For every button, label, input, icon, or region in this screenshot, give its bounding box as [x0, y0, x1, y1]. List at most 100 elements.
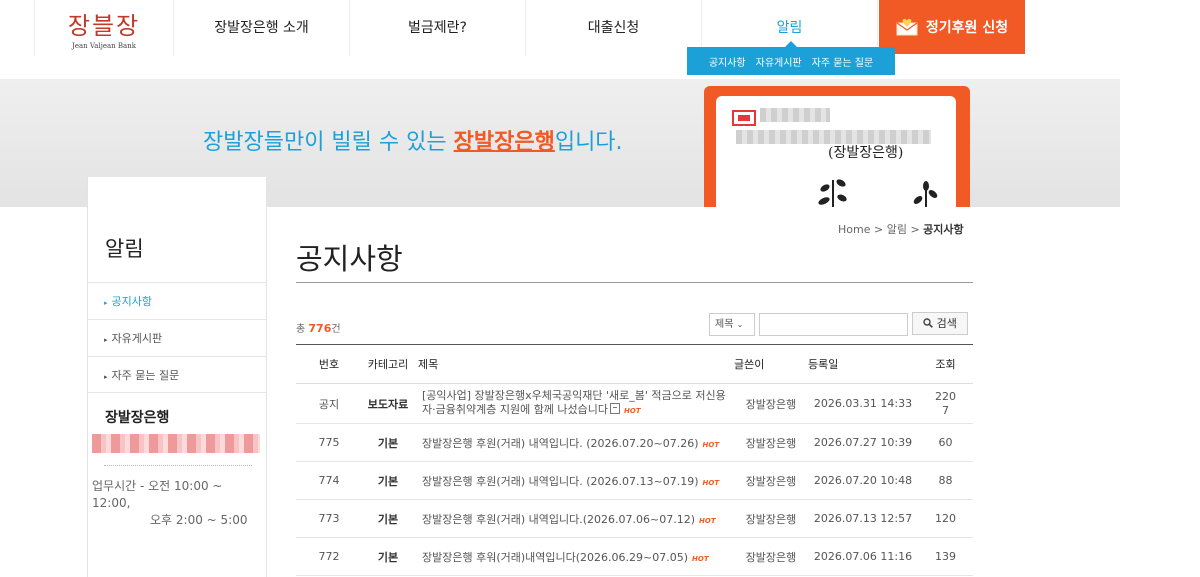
- row-category: 기본: [377, 550, 399, 564]
- banner-text-before: 장발장들만이 빌릴 수 있는: [203, 130, 454, 155]
- search-field-select[interactable]: 제목 ⌄: [709, 313, 755, 336]
- title-divider: [296, 282, 973, 283]
- table-row[interactable]: 772 기본 장발장은행 후워(거래)내역입니다(2026.06.29~07.0…: [296, 538, 973, 576]
- col-header-views: 조회: [935, 358, 956, 371]
- row-title-link[interactable]: 장발장은행 후원(거래) 내역입니다. (2026.07.13~07.19) HO…: [414, 473, 734, 489]
- row-views: 60: [938, 436, 953, 449]
- row-title-link[interactable]: 장발장은행 후원(거래) 내역입니다. (2026.07.20~07.26) HO…: [414, 435, 734, 451]
- stamp-icon: [732, 110, 756, 126]
- row-title: 장발장은행 후원(거래) 내역입니다. (2026.07.13~07.19): [422, 474, 699, 488]
- search-select-value: 제목: [715, 319, 734, 330]
- search-button-label: 검색: [936, 317, 957, 330]
- page-title: 공지사항: [296, 242, 403, 276]
- chevron-right-icon: >: [906, 223, 924, 236]
- banner-card-inner: (장발장은행): [716, 96, 956, 207]
- triangle-right-icon: ▸: [104, 299, 108, 307]
- row-title-link[interactable]: 장발장은행 후워(거래)내역입니다(2026.06.29~07.05) HOT: [414, 549, 734, 565]
- banner-card-image: (장발장은행): [704, 86, 970, 207]
- chevron-right-icon: >: [870, 223, 887, 236]
- row-title: 장발장은행 후원(거래) 내역입니다.(2026.07.06~07.12): [422, 512, 696, 526]
- row-date: 2026.07.13 12:57: [813, 512, 913, 525]
- table-row[interactable]: 774 기본 장발장은행 후원(거래) 내역입니다. (2026.07.13~0…: [296, 462, 973, 500]
- hot-badge: HOT: [702, 440, 720, 449]
- table-row[interactable]: 773 기본 장발장은행 후원(거래) 내역입니다.(2026.07.06~07…: [296, 500, 973, 538]
- sidebar-item-board[interactable]: ▸ 자유게시판: [88, 319, 267, 356]
- sidebar-divider: [104, 465, 252, 466]
- row-views-value: 2207: [935, 389, 956, 417]
- row-author: 장발장은행: [745, 397, 797, 411]
- count-value: 776: [308, 322, 332, 335]
- row-no: 772: [318, 550, 340, 563]
- post-count: 총 776건: [296, 320, 341, 335]
- hot-badge: HOT: [624, 407, 641, 415]
- row-views: 88: [938, 474, 953, 487]
- breadcrumb-section[interactable]: 알림: [887, 223, 907, 236]
- table-row[interactable]: 775 기본 장발장은행 후원(거래) 내역입니다. (2026.07.20~0…: [296, 424, 973, 462]
- row-category: 보도자료: [367, 397, 409, 411]
- row-author: 장발장은행: [745, 474, 797, 488]
- plant-drawing: [818, 179, 938, 207]
- row-no: 773: [318, 512, 340, 525]
- hours-line: 업무시간 - 오전 10:00 ~ 12:00,: [92, 479, 223, 510]
- donate-button[interactable]: 정기후원 신청: [879, 0, 1025, 54]
- table-row[interactable]: 공지 보도자료 [공익사업] 장발장은행x우체국공익재단 '새로_봄' 적금으로…: [296, 384, 973, 424]
- row-category: 기본: [377, 474, 399, 488]
- sidebar-menu: ▸ 공지사항 ▸ 자유게시판 ▸ 자주 묻는 질문: [88, 282, 267, 393]
- row-author: 장발장은행: [745, 512, 797, 526]
- banner-text-after: 입니다.: [554, 130, 623, 155]
- row-title-link[interactable]: 장발장은행 후원(거래) 내역입니다.(2026.07.06~07.12) HOT: [414, 511, 734, 527]
- card-handwriting: (장발장은행): [828, 145, 904, 161]
- col-header-title: 제목: [418, 358, 439, 371]
- row-author: 장발장은행: [745, 436, 797, 450]
- row-no: 공지: [318, 397, 340, 411]
- sidebar-item-label: 공지사항: [111, 295, 152, 308]
- nav-item-loan[interactable]: 대출신청: [526, 0, 702, 56]
- triangle-right-icon: ▸: [104, 336, 108, 344]
- search-button[interactable]: 검색: [912, 312, 968, 335]
- logo[interactable]: 장블장 Jean Valjean Bank: [34, 0, 174, 56]
- banner-highlight: 장발장은행: [453, 130, 555, 155]
- row-date: 2026.07.06 11:16: [813, 550, 913, 563]
- site-header: 장블장 Jean Valjean Bank 장발장은행 소개 벌금제란? 대출신…: [0, 0, 1200, 56]
- row-title: 장발장은행 후워(거래)내역입니다(2026.06.29~07.05): [422, 550, 689, 564]
- table-header: 번호 카테고리 제목 글쓴이 등록일 조회: [296, 345, 973, 384]
- row-date: 2026.07.20 10:48: [813, 474, 913, 487]
- logo-main-text: 장블장: [67, 12, 141, 40]
- row-views: 2207: [918, 390, 973, 418]
- row-title-link[interactable]: [공익사업] 장발장은행x우체국공익재단 '새로_봄' 적금으로 저신용자·금융…: [414, 389, 734, 418]
- count-prefix: 총: [296, 324, 309, 335]
- row-date: 2026.03.31 14:33: [813, 397, 913, 410]
- subnav-item-notice[interactable]: 공지사항: [709, 54, 746, 69]
- row-date: 2026.07.27 10:39: [813, 436, 913, 449]
- logo-sub-text: Jean Valjean Bank: [72, 42, 136, 50]
- subnav: 공지사항 자유게시판 자주 묻는 질문: [687, 41, 895, 75]
- nav-item-fine[interactable]: 벌금제란?: [350, 0, 526, 56]
- blurred-contact: [92, 434, 260, 453]
- search-input[interactable]: [759, 313, 908, 336]
- triangle-right-icon: ▸: [104, 373, 108, 381]
- sidebar-item-faq[interactable]: ▸ 자주 묻는 질문: [88, 356, 267, 393]
- row-category: 기본: [377, 436, 399, 450]
- banner-text: 장발장들만이 빌릴 수 있는 장발장은행입니다.: [203, 124, 623, 156]
- sidebar-item-notice[interactable]: ▸ 공지사항: [88, 282, 267, 319]
- col-header-category: 카테고리: [367, 358, 409, 371]
- hot-badge: HOT: [699, 516, 716, 525]
- count-suffix: 건: [331, 324, 341, 335]
- col-header-date: 등록일: [808, 358, 839, 371]
- row-category: 기본: [377, 512, 399, 526]
- file-icon: [610, 403, 621, 414]
- chevron-down-icon: ⌄: [736, 320, 744, 329]
- nav-item-about[interactable]: 장발장은행 소개: [174, 0, 350, 56]
- breadcrumb-home[interactable]: Home: [838, 223, 870, 236]
- subnav-item-board[interactable]: 자유게시판: [756, 54, 802, 69]
- sidebar-title: 알림: [105, 237, 144, 261]
- breadcrumb: Home > 알림 > 공지사항: [838, 221, 964, 237]
- sidebar-item-label: 자유게시판: [111, 332, 163, 345]
- col-header-no: 번호: [318, 358, 340, 371]
- row-title: [공익사업] 장발장은행x우체국공익재단 '새로_봄' 적금으로 저신용자·금융…: [422, 389, 726, 416]
- subnav-item-faq[interactable]: 자주 묻는 질문: [812, 54, 874, 69]
- sidebar-bank-name: 장발장은행: [105, 410, 170, 426]
- row-views: 139: [935, 550, 956, 563]
- row-author: 장발장은행: [745, 550, 797, 564]
- hot-badge: HOT: [702, 478, 720, 487]
